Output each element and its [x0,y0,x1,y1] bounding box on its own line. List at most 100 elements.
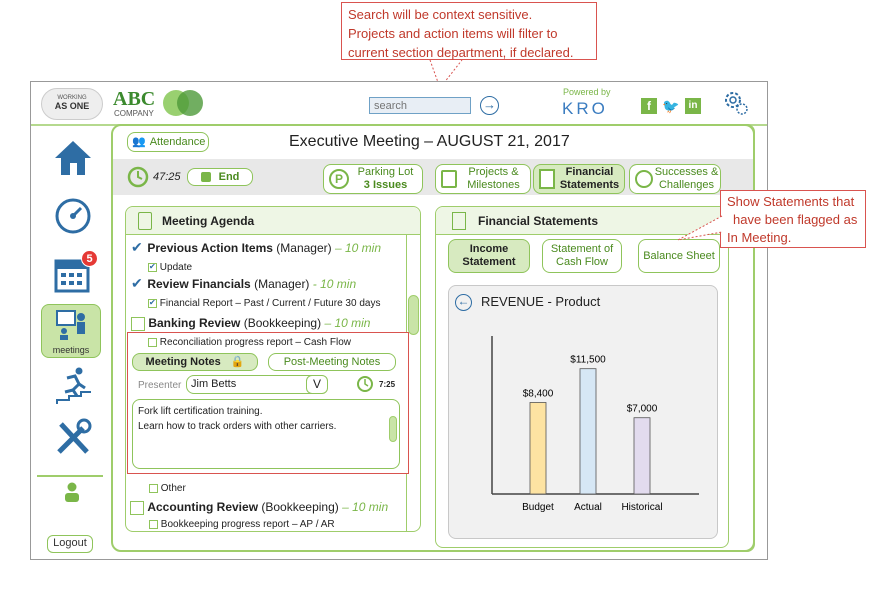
checkbox-checked[interactable]: ✔ [148,262,157,272]
settings-gear-icon[interactable] [721,88,751,118]
callout-line: In Meeting. [727,230,792,245]
dashboard-gauge-icon[interactable] [53,196,93,236]
checkbox[interactable] [149,519,158,529]
tab-balance-sheet[interactable]: Balance Sheet [638,239,720,273]
agenda-subitem-text: Other [160,483,186,494]
note-line: Learn how to track orders with other car… [138,421,337,432]
tab-cash-flow[interactable]: Statement of Cash Flow [542,239,622,273]
tab-text: Income Statement [462,243,515,269]
home-icon[interactable] [53,138,93,178]
callout-line: Show Statements that [727,194,855,209]
tab-line2: Statement [462,256,516,268]
checkbox[interactable] [130,500,144,515]
agenda-subitem[interactable]: Bookkeeping progress report – AP / AR [149,519,335,530]
tab-line2: 3 Issues [363,179,408,191]
callout-line: Projects and action items will filter to [348,26,558,41]
sidebar: 5 meetings Logout [31,126,113,559]
bar-historical [633,417,651,495]
attendance-button[interactable]: 👥 Attendance [127,132,209,152]
bar-actual [579,368,597,495]
agenda-subitem-text: Update [159,262,193,273]
agenda-item-title: Review Financials [147,277,251,291]
financial-heading: Financial Statements [478,213,599,228]
company-logo: ABC COMPANY [113,88,213,120]
sidebar-divider [37,475,103,477]
financial-chart-icon [539,169,555,189]
checkbox[interactable] [149,483,158,493]
parking-icon: P [329,169,349,189]
agenda-subitem-text: Reconciliation progress report – Cash Fl… [159,337,351,348]
meeting-timer: 47:25 [153,171,181,183]
linkedin-icon[interactable]: in [685,98,701,114]
tab-line1: Projects & [468,166,519,178]
meetings-label: meetings [52,345,90,355]
agenda-item-role: (Manager) [276,241,332,255]
facebook-icon[interactable]: f [641,98,657,114]
meetings-nav-button[interactable]: meetings [41,304,101,358]
agenda-item-time: - 10 min [312,277,357,291]
notes-textarea[interactable]: Fork lift certification training. Learn … [132,399,400,469]
tab-income-statement[interactable]: Income Statement [448,239,530,273]
agenda-subitem[interactable]: Reconciliation progress report – Cash Fl… [148,337,351,348]
agenda-subitem-text: Bookkeeping progress report – AP / AR [160,519,335,530]
page-title: Executive Meeting – AUGUST 21, 2017 [289,133,570,150]
agenda-item-role: (Bookkeeping) [261,500,339,514]
agenda-item[interactable]: Banking Review (Bookkeeping) – 10 min [131,316,370,331]
logo-bottom-text: AS ONE [54,101,90,111]
tools-icon[interactable] [53,418,93,458]
end-meeting-button[interactable]: End [187,168,253,186]
agenda-scrollbar-thumb[interactable] [408,295,419,335]
agenda-heading: Meeting Agenda [162,213,255,228]
agenda-item-role: (Manager) [254,277,310,291]
end-label: End [218,170,240,183]
agenda-header: Meeting Agenda [126,207,420,235]
checkbox[interactable] [131,316,145,331]
agenda-item-time: – 10 min [334,241,382,255]
agenda-subitem[interactable]: ✔ Update [148,262,192,273]
company-name: ABC [113,88,156,110]
runner-stairs-icon[interactable] [53,366,93,406]
working-as-one-logo: WORKING AS ONE [41,88,103,120]
notes-scrollbar-thumb[interactable] [389,416,397,442]
checkbox-checked[interactable]: ✔ [131,240,144,256]
agenda-item[interactable]: ✔ Review Financials (Manager) - 10 min [131,276,357,292]
logout-button[interactable]: Logout [47,535,93,553]
agenda-subitem[interactable]: Other [149,483,186,494]
presenter-timer-icon [357,376,373,392]
bar-value-label: $7,000 [627,404,658,415]
checkbox-checked[interactable]: ✔ [148,298,157,308]
tab-projects-milestones[interactable]: Projects & Milestones [435,164,531,194]
agenda-subitem[interactable]: ✔ Financial Report – Past / Current / Fu… [148,298,380,309]
agenda-item-title: Accounting Review [147,500,259,514]
financial-report-icon [452,211,466,230]
agenda-subitem-text: Financial Report – Past / Current / Futu… [159,298,381,309]
user-profile-icon[interactable] [63,482,81,502]
checkbox[interactable] [148,337,157,347]
app-window: WORKING AS ONE ABC COMPANY → Powered by … [30,81,768,560]
category-label: Budget [522,502,554,513]
search-input[interactable] [369,97,471,114]
tab-parking-lot[interactable]: P Parking Lot 3 Issues [323,164,423,194]
back-arrow-icon[interactable]: ← [455,294,472,311]
tab-line1: Balance Sheet [643,249,715,262]
search-go-icon[interactable]: → [480,96,499,115]
tab-post-meeting-notes[interactable]: Post-Meeting Notes [268,353,396,371]
tab-meeting-notes[interactable]: Meeting Notes 🔒 [132,353,258,371]
tab-line1: Successes & [654,166,719,178]
search-callout: Search will be context sensitive. Projec… [341,2,597,60]
statements-callout: Show Statements that have been flagged a… [720,190,866,248]
top-bar: WORKING AS ONE ABC COMPANY → Powered by … [31,82,767,126]
tab-successes-challenges[interactable]: Successes & Challenges [629,164,721,194]
presenter-dropdown-button[interactable]: V [306,375,328,394]
tab-line2: Milestones [467,179,520,191]
tab-financial-statements[interactable]: Financial Statements [533,164,625,194]
attendance-group-icon: 👥 [132,135,146,148]
tab-text: Financial Statements [555,166,624,192]
twitter-icon[interactable]: 🐦 [662,98,680,114]
agenda-item[interactable]: ✔ Previous Action Items (Manager) – 10 m… [131,240,382,256]
tab-line1: Parking Lot [357,166,414,178]
bar-value-label: $8,400 [523,388,554,399]
checkbox-checked[interactable]: ✔ [131,276,144,292]
agenda-item[interactable]: Accounting Review (Bookkeeping) – 10 min [130,500,388,515]
agenda-clipboard-icon [138,211,152,230]
